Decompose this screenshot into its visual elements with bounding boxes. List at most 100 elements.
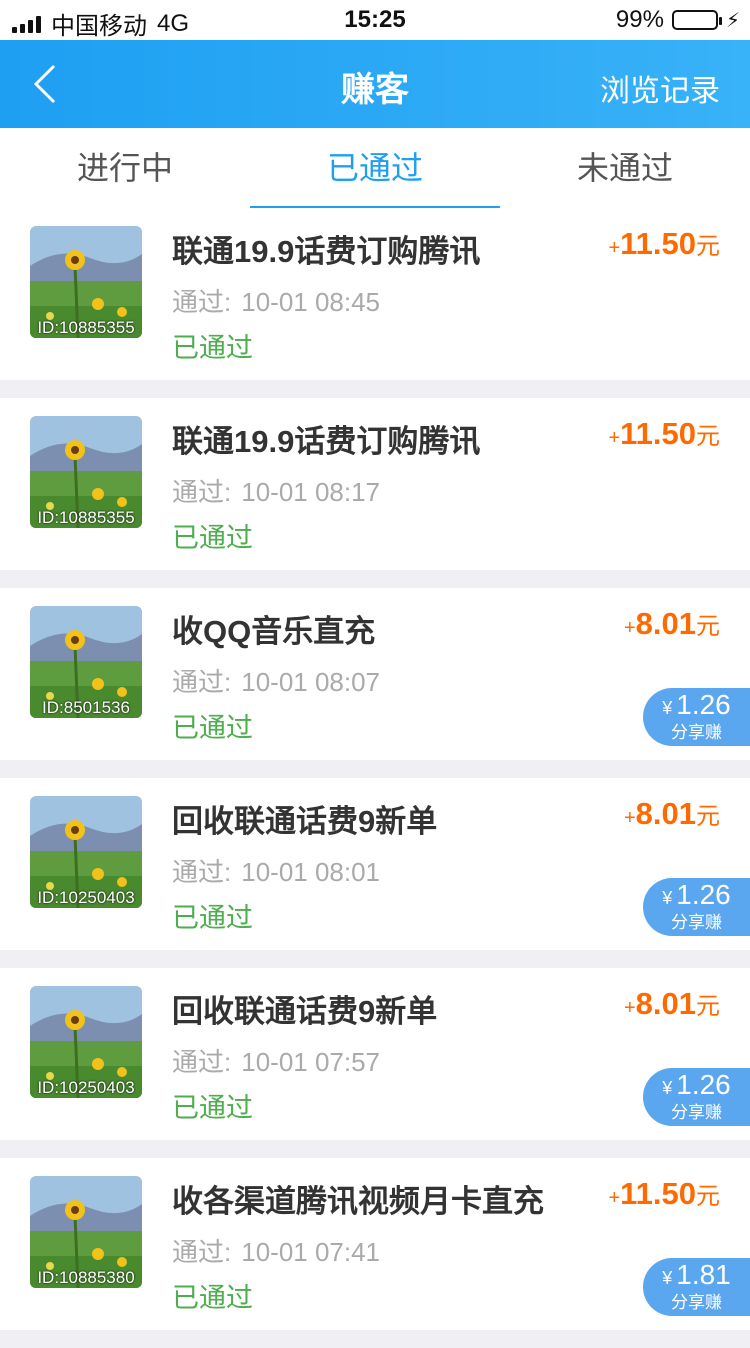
time-value: 10-01 08:45 <box>241 287 381 317</box>
task-time: 通过: 10-01 08:07 <box>172 662 380 699</box>
battery-icon <box>671 10 722 30</box>
task-card[interactable]: ID:10250403 回收联通话费9新单 通过: 10-01 07:57 已通过… <box>0 968 750 1140</box>
share-earn-button[interactable]: ¥1.26 分享赚 <box>643 878 750 936</box>
share-label: 分享赚 <box>671 1103 722 1122</box>
share-earn-button[interactable]: ¥1.26 分享赚 <box>643 1068 750 1126</box>
task-title: 收QQ音乐直充 <box>172 614 376 649</box>
amount-unit: 元 <box>696 233 720 260</box>
status-right: 99% ⚡ <box>616 6 740 34</box>
amount-unit: 元 <box>696 423 720 450</box>
time-value: 10-01 07:57 <box>241 1047 381 1077</box>
reward-amount: +11.50元 <box>608 226 720 262</box>
time-value: 10-01 08:17 <box>241 477 381 507</box>
tab-passed[interactable]: 已通过 <box>250 128 500 209</box>
amount-value: 8.01 <box>635 606 696 641</box>
browse-history-button[interactable]: 浏览记录 <box>600 66 720 110</box>
time-label: 通过: <box>172 667 232 697</box>
task-list: ID:10885355 联通19.9话费订购腾讯 通过: 10-01 08:45 … <box>0 208 750 1348</box>
nav-bar: 赚客 浏览记录 <box>0 40 750 128</box>
amount-unit: 元 <box>696 993 720 1020</box>
task-card[interactable]: ID:10885355 联通19.9话费订购腾讯 通过: 10-01 08:45 … <box>0 208 750 380</box>
task-thumbnail: ID:10885355 <box>30 416 142 528</box>
task-time: 通过: 10-01 08:01 <box>172 852 380 889</box>
battery-percent: 99% <box>615 6 664 33</box>
charging-icon: ⚡ <box>725 9 740 32</box>
reward-amount: +8.01元 <box>624 606 720 642</box>
amount-value: 11.50 <box>620 416 696 451</box>
task-id: ID:10885380 <box>37 1268 135 1287</box>
status-bar: 中国移动 4G 15:25 99% ⚡ <box>0 0 750 40</box>
share-value: ¥1.26 <box>643 1070 750 1103</box>
task-thumbnail: ID:10885355 <box>30 226 142 338</box>
task-status: 已通过 <box>172 1093 253 1123</box>
tab-in-progress[interactable]: 进行中 <box>0 128 250 208</box>
time-label: 通过: <box>172 287 232 317</box>
share-earn-button[interactable]: ¥1.26 分享赚 <box>643 688 750 746</box>
task-card[interactable]: ID:8501536 收QQ音乐直充 通过: 10-01 08:07 已通过 +8… <box>0 588 750 760</box>
plus-sign: + <box>608 237 621 259</box>
share-label: 分享赚 <box>671 723 722 742</box>
task-thumbnail: ID:10885380 <box>30 1176 142 1288</box>
plus-sign: + <box>608 1187 621 1209</box>
task-id: ID:8501536 <box>42 698 130 717</box>
task-title: 联通19.9话费订购腾讯 <box>172 424 481 459</box>
task-id: ID:10250403 <box>37 1078 135 1097</box>
amount-value: 8.01 <box>635 796 696 831</box>
reward-amount: +8.01元 <box>624 796 720 832</box>
tab-bar: 进行中 已通过 未通过 <box>0 128 750 209</box>
time-value: 10-01 08:07 <box>241 667 381 697</box>
share-amount: 1.81 <box>676 1259 731 1290</box>
task-status: 已通过 <box>172 1283 253 1313</box>
task-status: 已通过 <box>172 523 253 553</box>
task-card[interactable]: ID:10885355 联通19.9话费订购腾讯 通过: 10-01 08:17 … <box>0 398 750 570</box>
reward-amount: +8.01元 <box>624 986 720 1022</box>
time-label: 通过: <box>172 1047 232 1077</box>
plus-sign: + <box>608 427 621 449</box>
yuan-sign: ¥ <box>662 698 673 718</box>
task-title: 收各渠道腾讯视频月卡直充 <box>172 1184 544 1219</box>
time-label: 通过: <box>172 857 232 887</box>
task-id: ID:10885355 <box>37 318 135 337</box>
reward-amount: +11.50元 <box>608 416 720 452</box>
task-time: 通过: 10-01 07:41 <box>172 1232 380 1269</box>
task-status: 已通过 <box>172 333 253 363</box>
plus-sign: + <box>623 807 636 829</box>
task-thumbnail: ID:8501536 <box>30 606 142 718</box>
time-label: 通过: <box>172 1237 232 1267</box>
yuan-sign: ¥ <box>662 1078 673 1098</box>
amount-value: 8.01 <box>635 986 696 1021</box>
task-id: ID:10885355 <box>37 508 135 527</box>
time-value: 10-01 07:41 <box>241 1237 381 1267</box>
task-time: 通过: 10-01 08:45 <box>172 282 380 319</box>
time-label: 通过: <box>172 477 232 507</box>
task-thumbnail: ID:10250403 <box>30 796 142 908</box>
task-title: 回收联通话费9新单 <box>172 994 438 1029</box>
task-title: 回收联通话费9新单 <box>172 804 438 839</box>
amount-unit: 元 <box>696 1183 720 1210</box>
task-title: 联通19.9话费订购腾讯 <box>172 234 481 269</box>
task-time: 通过: 10-01 07:57 <box>172 1042 380 1079</box>
share-label: 分享赚 <box>671 913 722 932</box>
share-value: ¥1.26 <box>643 880 750 913</box>
amount-unit: 元 <box>696 803 720 830</box>
task-card[interactable]: ID:10885380 收各渠道腾讯视频月卡直充 通过: 10-01 07:41 … <box>0 1158 750 1330</box>
share-amount: 1.26 <box>676 689 731 720</box>
share-amount: 1.26 <box>676 1069 731 1100</box>
task-status: 已通过 <box>172 903 253 933</box>
plus-sign: + <box>623 617 636 639</box>
yuan-sign: ¥ <box>662 888 673 908</box>
task-time: 通过: 10-01 08:17 <box>172 472 380 509</box>
share-earn-button[interactable]: ¥1.81 分享赚 <box>643 1258 750 1316</box>
yuan-sign: ¥ <box>662 1268 673 1288</box>
tab-failed[interactable]: 未通过 <box>500 128 750 208</box>
plus-sign: + <box>623 997 636 1019</box>
amount-value: 11.50 <box>620 226 696 261</box>
task-status: 已通过 <box>172 713 253 743</box>
share-value: ¥1.26 <box>643 690 750 723</box>
task-id: ID:10250403 <box>37 888 135 907</box>
reward-amount: +11.50元 <box>608 1176 720 1212</box>
share-value: ¥1.81 <box>643 1260 750 1293</box>
task-thumbnail: ID:10250403 <box>30 986 142 1098</box>
share-label: 分享赚 <box>671 1293 722 1312</box>
task-card[interactable]: ID:10250403 回收联通话费9新单 通过: 10-01 08:01 已通过… <box>0 778 750 950</box>
